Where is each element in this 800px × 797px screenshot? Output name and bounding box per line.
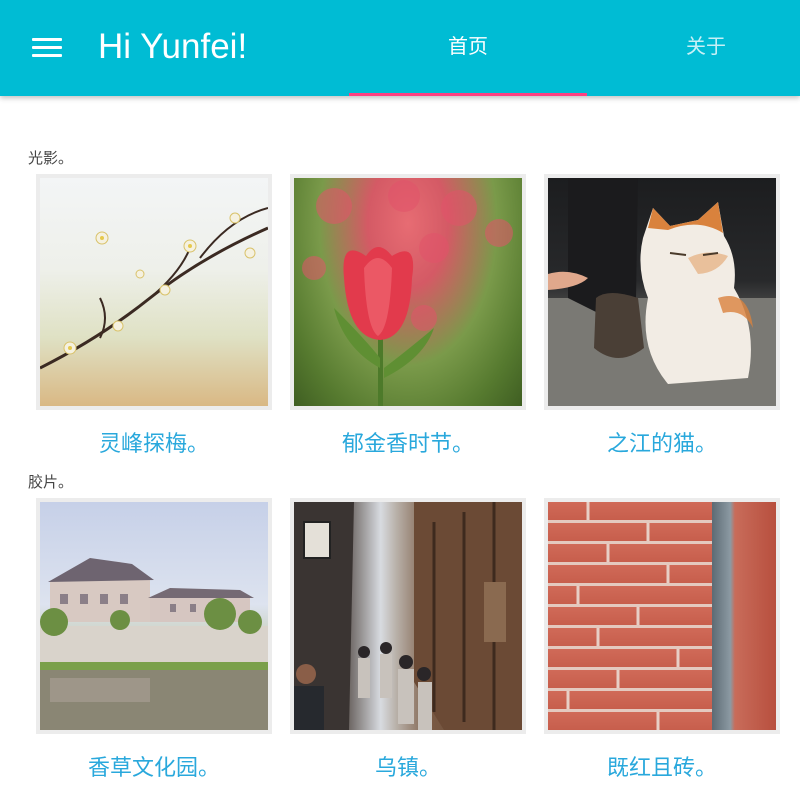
section-title-light-shadow: 光影。 (28, 149, 74, 167)
photo-cat (548, 178, 776, 406)
photo-card-villa[interactable] (36, 498, 272, 734)
section-title-film: 胶片。 (28, 473, 74, 491)
photo-card-cat[interactable] (544, 174, 780, 410)
photo-card-brick[interactable] (544, 498, 780, 734)
app-title: Hi Yunfei! (98, 27, 248, 66)
tab-indicator (349, 93, 587, 96)
photo-tulip (294, 178, 522, 406)
caption-cat[interactable]: 之江的猫。 (544, 426, 780, 458)
photo-wuzhen (294, 502, 522, 730)
menu-icon[interactable] (28, 33, 68, 63)
tab-about[interactable]: 关于 (587, 0, 800, 96)
photo-card-tulip[interactable] (290, 174, 526, 410)
caption-tulip[interactable]: 郁金香时节。 (290, 426, 526, 458)
photo-villa (40, 502, 268, 730)
photo-card-plum[interactable] (36, 174, 272, 410)
caption-villa[interactable]: 香草文化园。 (36, 750, 272, 782)
photo-brick-wall (548, 502, 776, 730)
caption-plum[interactable]: 灵峰探梅。 (36, 426, 272, 458)
photo-plum-blossom (40, 178, 268, 406)
caption-brick[interactable]: 既红且砖。 (544, 750, 780, 782)
caption-wuzhen[interactable]: 乌镇。 (290, 750, 526, 782)
tab-home[interactable]: 首页 (349, 0, 587, 96)
app-bar: Hi Yunfei! 首页 关于 (0, 0, 800, 96)
photo-card-wuzhen[interactable] (290, 498, 526, 734)
